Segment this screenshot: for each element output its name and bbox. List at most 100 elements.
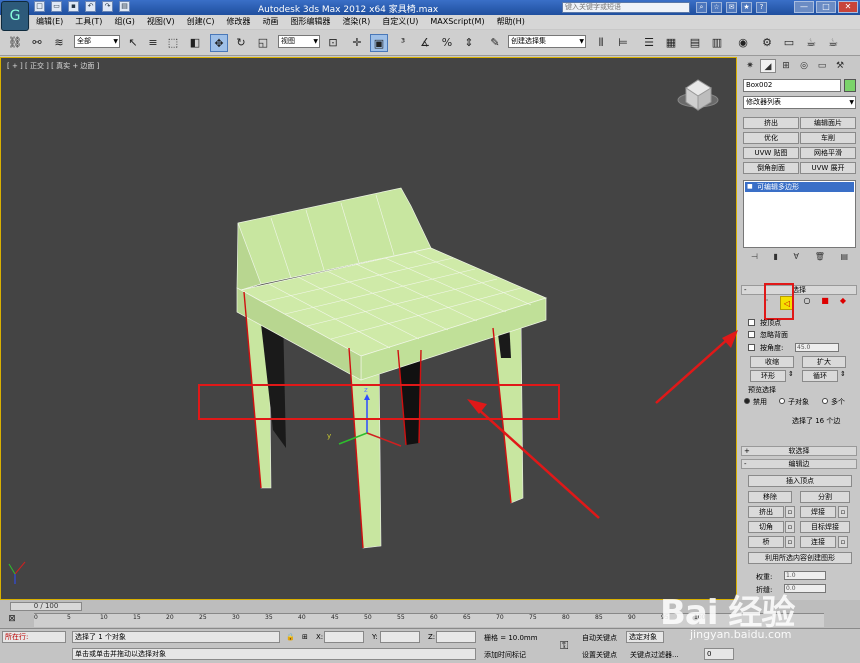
modifier-lathe-button[interactable]: 车削 [800,132,856,144]
soft-selection-rollout-header[interactable]: + 软选择 [741,446,857,456]
selected-object-dropdown[interactable]: 选定对象 [626,631,664,643]
maxscript-listener-mode[interactable]: 所在行: [2,631,66,643]
weld-button[interactable]: 焊接 [800,506,836,518]
angle-snap-icon[interactable]: ∡ [416,34,434,52]
perspective-viewport[interactable]: [ + ] [ 正交 ] [ 真实 + 边面 ] z y [0,57,738,600]
stack-item-editable-poly[interactable]: 可编辑多边形 [745,182,854,192]
bridge-settings-button[interactable]: ▫ [785,536,795,548]
communication-icon[interactable]: ✉ [726,2,737,13]
pin-stack-icon[interactable]: ⊣ [751,252,758,264]
rectangular-selection-icon[interactable]: ⬚ [164,34,182,52]
remove-button[interactable]: 移除 [748,491,792,503]
preview-subobject-radio[interactable] [779,398,785,404]
object-name-field[interactable]: Box002 [743,79,841,92]
border-level-icon[interactable]: ○ [802,296,812,306]
reference-coordinate-dropdown[interactable]: 视图 [278,35,320,48]
menu-animation[interactable]: 动画 [256,15,284,29]
menu-maxscript[interactable]: MAXScript(M) [424,15,490,29]
modify-tab-icon[interactable]: ◢ [760,59,776,73]
remove-modifier-icon[interactable]: 🗑 [815,252,825,264]
menu-help[interactable]: 帮助(H) [491,15,531,29]
rendered-frame-window-icon[interactable]: ▭ [780,34,798,52]
current-frame-field[interactable]: 0 [704,648,734,660]
time-slider[interactable]: 0 / 100 [10,602,82,611]
set-key-button[interactable]: 设置关键点 [582,650,617,660]
extrude-settings-button[interactable]: ▫ [785,506,795,518]
lock-selection-icon[interactable]: 🔒 [286,633,295,641]
menu-rendering[interactable]: 渲染(R) [336,15,376,29]
undo-icon[interactable]: ↶ [85,1,96,12]
motion-tab-icon[interactable]: ◎ [796,59,812,73]
chamfer-settings-button[interactable]: ▫ [785,521,795,533]
select-move-icon[interactable]: ✥ [210,34,228,52]
show-end-result-icon[interactable]: ▮ [773,252,777,264]
bridge-button[interactable]: 桥 [748,536,784,548]
menu-group[interactable]: 组(G) [108,15,140,29]
y-coordinate-field[interactable] [380,631,420,643]
search-icon[interactable]: ⌕ [696,2,707,13]
layer-manager-icon[interactable]: ☰ [640,34,658,52]
make-unique-icon[interactable]: ∀ [794,252,799,264]
align-icon[interactable]: ⊨ [614,34,632,52]
maximize-button[interactable]: □ [816,1,836,13]
keyboard-shortcut-override-icon[interactable]: ▣ [370,34,388,52]
modifier-optimize-button[interactable]: 优化 [743,132,799,144]
menu-views[interactable]: 视图(V) [141,15,181,29]
help-icon[interactable]: ? [756,2,767,13]
auto-key-button[interactable]: 自动关键点 [582,633,617,643]
selection-rollout-header[interactable]: - 选择 [741,285,857,295]
minimize-button[interactable]: — [794,1,814,13]
extrude-button[interactable]: 挤出 [748,506,784,518]
favorites-icon[interactable]: ★ [741,2,752,13]
utilities-tab-icon[interactable]: ⚒ [832,59,848,73]
by-angle-checkbox[interactable] [748,344,755,351]
named-selection-dropdown[interactable]: 创建选择集 [508,35,586,48]
new-file-icon[interactable]: □ [34,1,45,12]
menu-customize[interactable]: 自定义(U) [376,15,424,29]
object-color-swatch[interactable] [844,79,856,92]
absolute-mode-icon[interactable]: ⊞ [302,633,308,641]
window-crossing-icon[interactable]: ◧ [186,34,204,52]
modifier-extrude-button[interactable]: 挤出 [743,117,799,129]
hierarchy-tab-icon[interactable]: ⊞ [778,59,794,73]
open-file-icon[interactable]: ▭ [51,1,62,12]
split-button[interactable]: 分割 [800,491,850,503]
chamfer-button[interactable]: 切角 [748,521,784,533]
shrink-button[interactable]: 收缩 [750,356,794,368]
connect-button[interactable]: 连接 [800,536,836,548]
unlink-icon[interactable]: ⚯ [28,34,46,52]
app-logo-icon[interactable]: G [1,1,29,31]
graphite-tools-icon[interactable]: ▦ [662,34,680,52]
ring-spinner-icon[interactable]: ⇕ [788,370,794,378]
key-filters-button[interactable]: 关键点过滤器... [630,650,679,660]
select-manipulate-icon[interactable]: ✛ [348,34,366,52]
menu-create[interactable]: 创建(C) [181,15,221,29]
modifier-list-dropdown[interactable]: 修改器列表 [743,96,856,109]
menu-tools[interactable]: 工具(T) [69,15,108,29]
modifier-edit-patch-button[interactable]: 编辑面片 [800,117,856,129]
edit-edges-rollout-header[interactable]: - 编辑边 [741,459,857,469]
preview-off-radio[interactable] [744,398,750,404]
chair-model[interactable] [236,187,548,549]
save-file-icon[interactable]: ▪ [68,1,79,12]
modifier-unwrap-uvw-button[interactable]: UVW 展开 [800,162,856,174]
subscription-icon[interactable]: ☆ [711,2,722,13]
element-level-icon[interactable]: ◆ [838,296,848,306]
x-coordinate-field[interactable] [324,631,364,643]
grow-button[interactable]: 扩大 [802,356,846,368]
weld-settings-button[interactable]: ▫ [838,506,848,518]
target-weld-button[interactable]: 目标焊接 [800,521,850,533]
add-time-tag-text[interactable]: 添加时间标记 [484,650,526,660]
search-input[interactable]: 键入关键字或短语 [562,2,690,13]
polygon-level-icon[interactable]: ■ [820,296,830,306]
display-tab-icon[interactable]: ▭ [814,59,830,73]
select-by-name-icon[interactable]: ≡ [144,34,162,52]
render-iterative-icon[interactable]: ☕ [824,34,842,52]
percent-snap-icon[interactable]: % [438,34,456,52]
material-editor-icon[interactable]: ◉ [734,34,752,52]
curve-editor-icon[interactable]: ▤ [686,34,704,52]
bind-space-warp-icon[interactable]: ≋ [50,34,68,52]
project-folder-icon[interactable]: ▤ [119,1,130,12]
by-vertex-checkbox[interactable] [748,319,755,326]
menu-edit[interactable]: 编辑(E) [30,15,69,29]
